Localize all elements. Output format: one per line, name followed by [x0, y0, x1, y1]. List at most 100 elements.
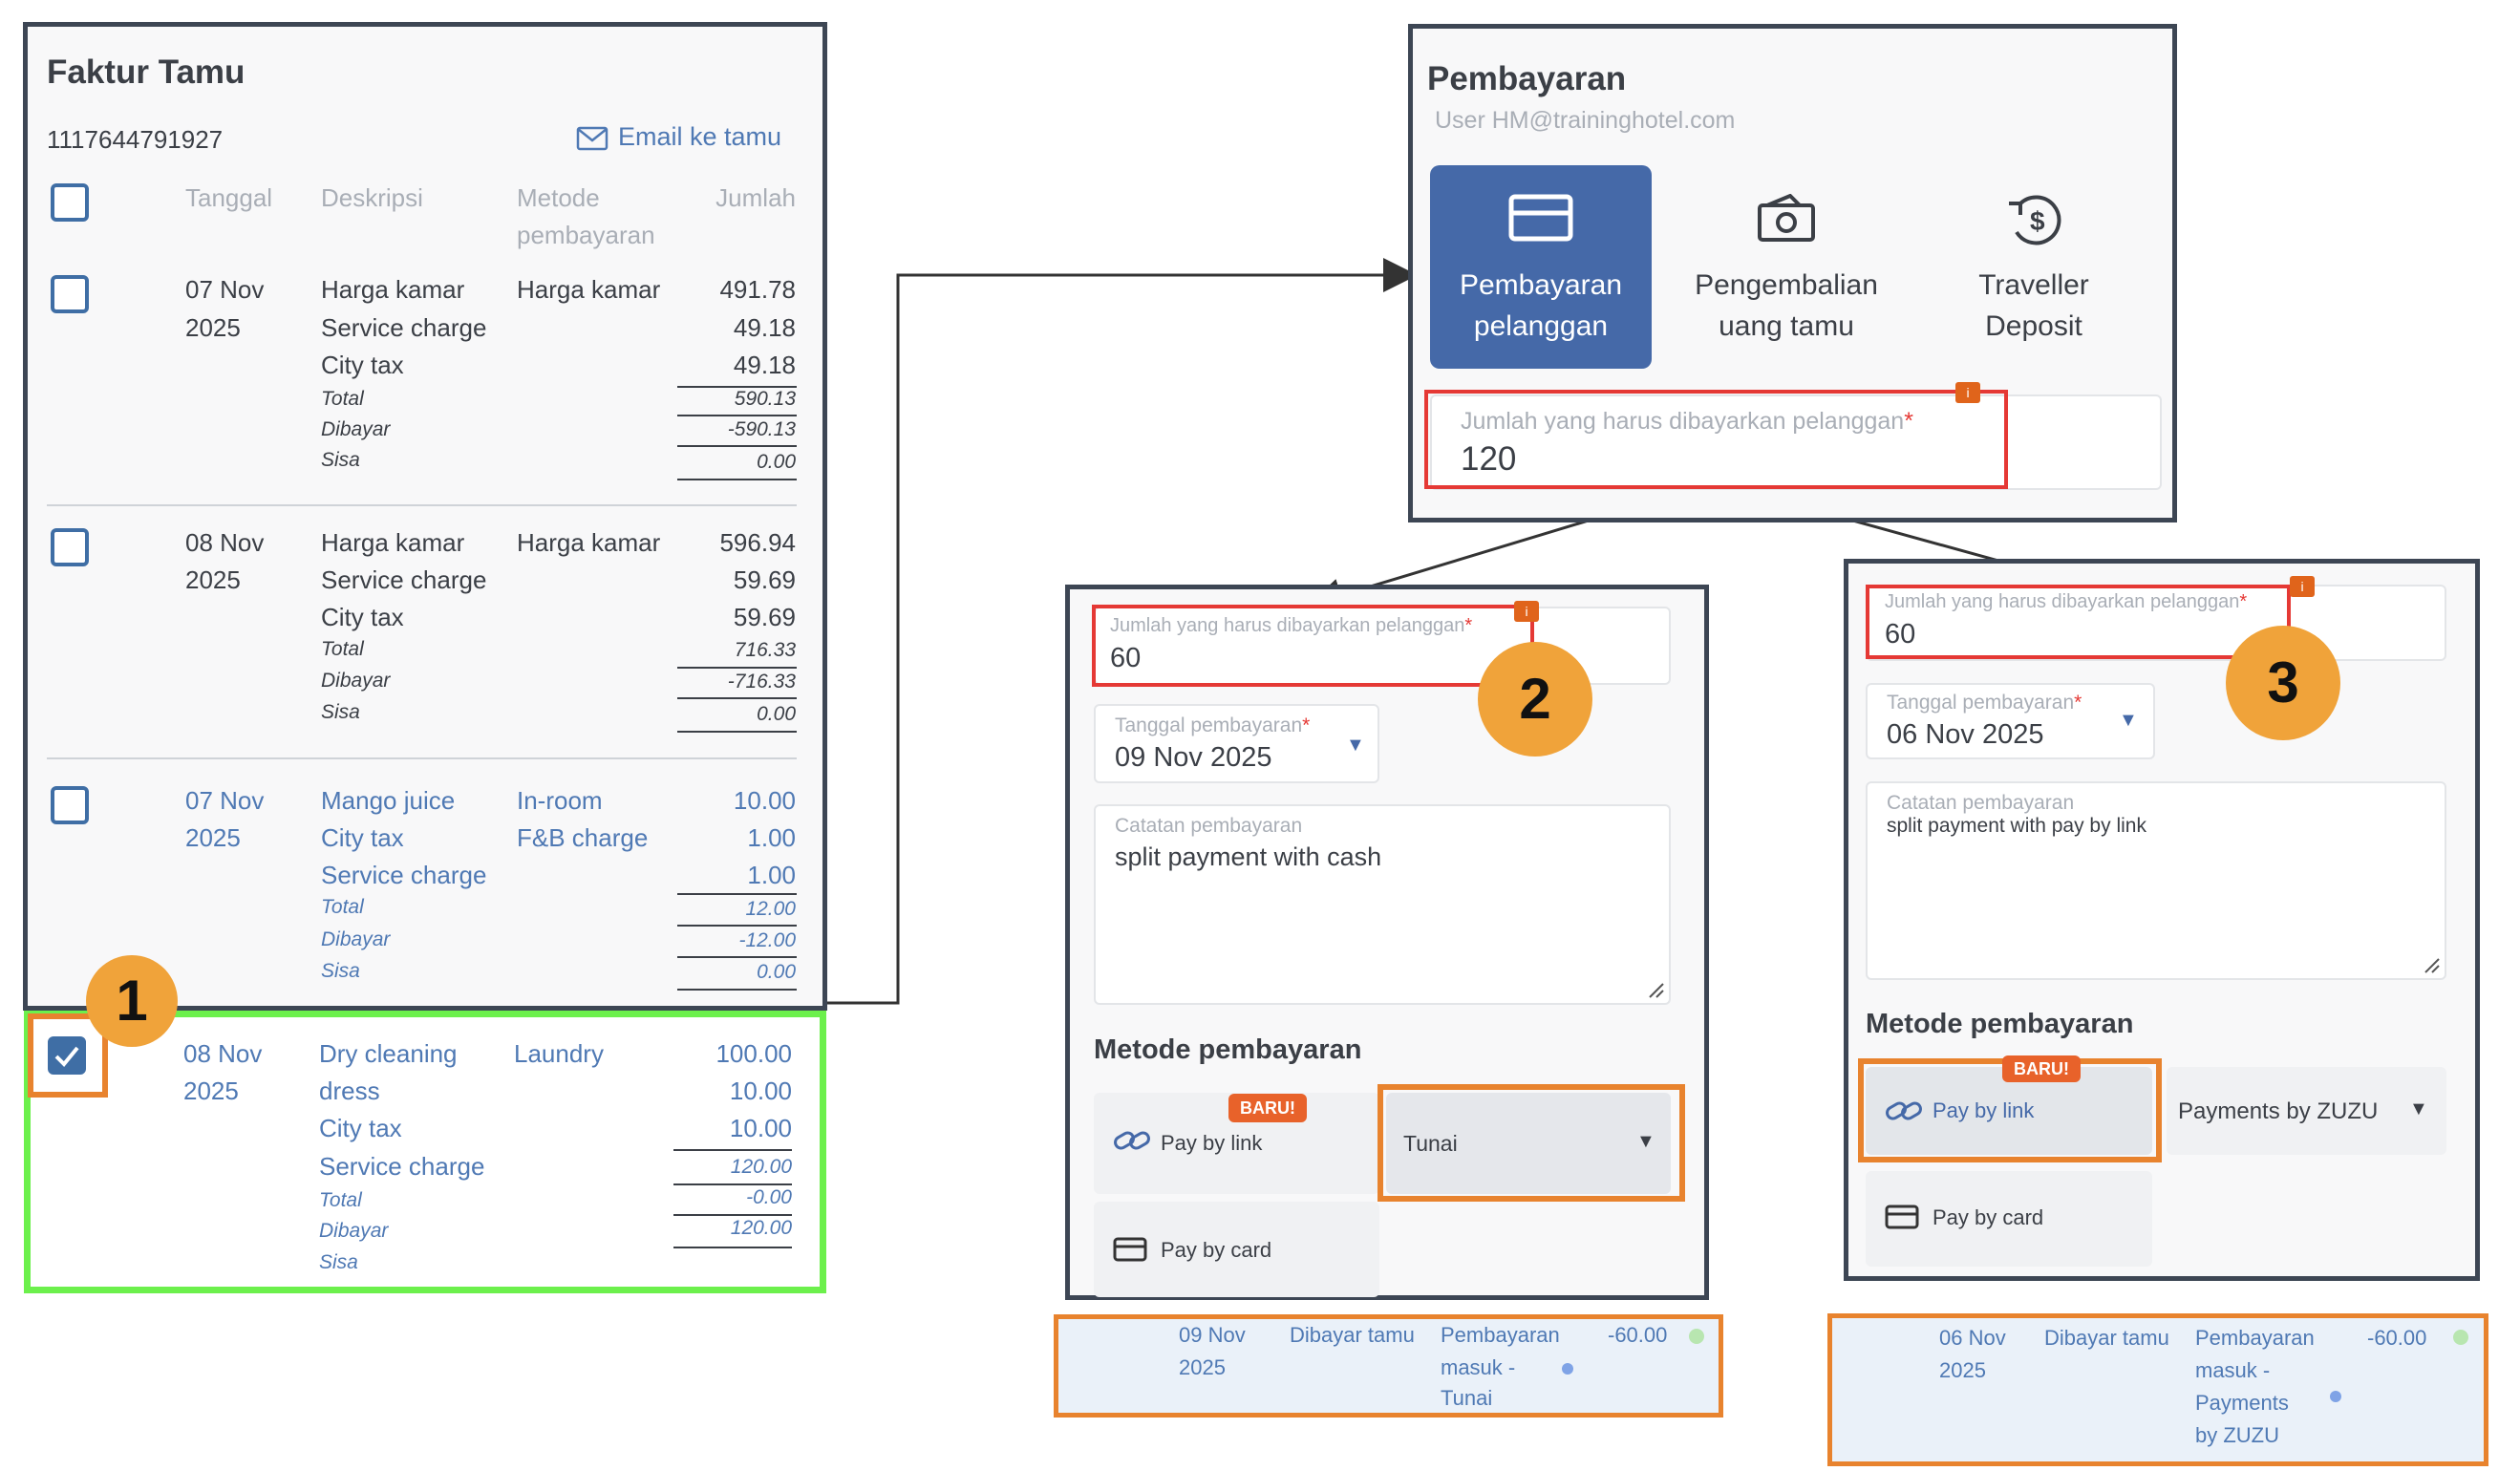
payment-note-textarea[interactable]: Catatan pembayaran split payment with ca… [1094, 804, 1671, 1005]
tab-traveller-deposit[interactable]: $ Traveller Deposit [1923, 165, 2145, 369]
envelope-icon [576, 126, 609, 151]
row-date-year: 2025 [185, 313, 241, 342]
status-dot [1689, 1329, 1704, 1344]
subtotal-rule [673, 1214, 792, 1216]
pay-by-card-button[interactable]: Pay by card [1866, 1171, 2152, 1267]
subtotal-rule [673, 1183, 792, 1185]
subtotal-rule [677, 445, 797, 447]
group-rest: 0.00 [757, 703, 796, 725]
row-checkbox[interactable] [51, 786, 89, 824]
subtotal-rule [677, 479, 797, 480]
row-amount: 10.00 [729, 1114, 792, 1142]
payment-note-label: Catatan pembayaran [1115, 815, 1303, 837]
info-icon: i [1514, 601, 1539, 622]
tab-label-line1: Traveller [1978, 269, 2089, 301]
step-badge-1: 1 [86, 955, 178, 1047]
row-item: Harga kamar [321, 528, 465, 557]
group-rest: 120.00 [730, 1217, 792, 1239]
row-checkbox[interactable] [51, 528, 89, 566]
result-desc-line2: masuk - [1441, 1355, 1516, 1379]
resize-handle-icon[interactable] [2422, 955, 2441, 974]
payment-date-select[interactable]: Tanggal pembayaran* 09 Nov 2025 ▼ [1094, 704, 1379, 783]
group-paid: -0.00 [746, 1186, 792, 1208]
step-badge-2: 2 [1478, 642, 1592, 757]
payment-panel: Pembayaran User HM@traininghotel.com Pem… [1408, 24, 2177, 522]
result-desc-line3: Tunai [1441, 1386, 1493, 1410]
payment-method-highlight [1377, 1084, 1685, 1202]
payment-method-select[interactable]: Payments by ZUZU ▼ [2167, 1067, 2446, 1155]
row-checkbox[interactable] [51, 275, 89, 313]
pay-by-card-button[interactable]: Pay by card [1094, 1202, 1379, 1297]
tab-label-line2: uang tamu [1719, 310, 1854, 342]
label-paid: Dibayar [321, 418, 391, 440]
row-item: City tax [321, 603, 404, 631]
result-desc-line3: Payments [2195, 1391, 2289, 1415]
row-method-2: F&B charge [517, 823, 649, 852]
result-date-day: 06 Nov [1939, 1326, 2006, 1350]
dollar-return-icon: $ [2009, 195, 2061, 245]
row-item: Harga kamar [321, 275, 465, 304]
group-paid: -716.33 [727, 671, 796, 693]
label-rest: Sisa [321, 960, 360, 982]
result-type: Dibayar tamu [1290, 1323, 1415, 1347]
pay-by-link-label: Pay by link [1161, 1131, 1263, 1155]
guest-invoice-panel: Faktur Tamu 1117644791927 Email ke tamu … [23, 22, 827, 1011]
split-payment-cash-panel: Jumlah yang harus dibayarkan pelanggan* … [1065, 585, 1709, 1300]
cash-icon [1758, 194, 1815, 242]
group-total: 12.00 [745, 898, 796, 920]
checkmark-icon [54, 1046, 79, 1067]
tab-customer-payment[interactable]: Pembayaran pelanggan [1430, 165, 1652, 369]
tab-guest-refund[interactable]: Pengembalian uang tamu [1676, 165, 1897, 369]
row-checkbox-checked[interactable] [48, 1036, 86, 1075]
row-method: Laundry [514, 1039, 604, 1068]
step-badge-3: 3 [2226, 626, 2340, 740]
invoice-number: 1117644791927 [47, 125, 224, 154]
group-divider [47, 757, 797, 759]
row-item: dress [319, 1077, 380, 1105]
subtotal-rule [677, 956, 797, 958]
row-amount: 1.00 [747, 861, 796, 889]
tab-label-line1: Pengembalian [1695, 269, 1878, 301]
tab-label-line1: Pembayaran [1459, 269, 1623, 301]
credit-card-icon [1885, 1205, 1919, 1229]
group-rest: 0.00 [757, 451, 796, 473]
select-all-checkbox[interactable] [51, 183, 89, 222]
payment-date-value: 06 Nov 2025 [1887, 719, 2044, 750]
required-asterisk: * [2074, 692, 2082, 714]
subtotal-rule [673, 1149, 792, 1151]
amount-highlight [1866, 585, 2291, 659]
subtotal-rule [677, 925, 797, 927]
label-total: Total [321, 896, 364, 918]
status-dot [2453, 1330, 2468, 1345]
row-amount: 10.00 [729, 1077, 792, 1105]
link-payment-result-row: 06 Nov 2025 Dibayar tamu Pembayaran masu… [1827, 1313, 2488, 1466]
row-date-year: 2025 [185, 823, 241, 852]
payment-date-label: Tanggal pembayaran* [1115, 714, 1311, 736]
group-total: 120.00 [730, 1156, 792, 1178]
label-total: Total [321, 638, 364, 660]
invoice-title: Faktur Tamu [47, 53, 246, 91]
group-total: 590.13 [734, 388, 796, 410]
column-header-method-2: pembayaran [517, 221, 655, 249]
resize-handle-icon[interactable] [1646, 980, 1665, 999]
row-amount: 1.00 [747, 823, 796, 852]
row-item: Service charge [321, 313, 487, 342]
label-rest: Sisa [321, 701, 360, 723]
payment-note-textarea[interactable]: Catatan pembayaran split payment with pa… [1866, 781, 2446, 980]
row-date-day: 08 Nov [183, 1039, 263, 1068]
row-item: Service charge [321, 861, 487, 889]
cash-payment-result-row: 09 Nov 2025 Dibayar tamu Pembayaran masu… [1054, 1314, 1723, 1418]
status-dot [1562, 1363, 1573, 1375]
link-icon [1114, 1131, 1150, 1150]
payment-date-select[interactable]: Tanggal pembayaran* 06 Nov 2025 ▼ [1866, 683, 2155, 759]
row-item: City tax [319, 1114, 402, 1142]
result-amount: -60.00 [1608, 1323, 1668, 1347]
tab-label-line2: Deposit [1985, 310, 2082, 342]
column-header-description: Deskripsi [321, 183, 423, 212]
required-asterisk: * [1302, 714, 1311, 736]
group-total: 716.33 [734, 639, 796, 661]
result-desc-line1: Pembayaran [1441, 1323, 1560, 1347]
status-dot [2330, 1391, 2341, 1402]
payment-methods-heading: Metode pembayaran [1094, 1034, 1362, 1065]
result-desc-line1: Pembayaran [2195, 1326, 2315, 1350]
